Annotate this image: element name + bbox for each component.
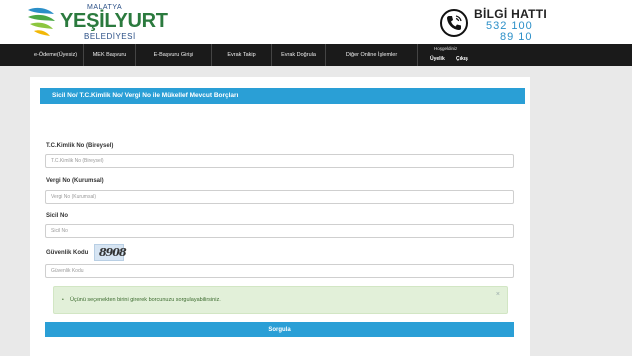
tc-label: T.C.Kimlik No (Bireysel) <box>46 143 114 149</box>
panel-title: Sicil No/ T.C.Kimlik No/ Vergi No ile Mü… <box>40 88 525 104</box>
site-header: MALATYA YEŞİLYURT BELEDİYESİ BİLGİ HATTI… <box>0 0 632 44</box>
leaf-logo-icon <box>28 7 55 36</box>
info-alert: • Üçünü seçenekten birini girerek borcun… <box>53 286 508 314</box>
nav-item-evrak-takip[interactable]: Evrak Takip <box>212 44 272 66</box>
user-menu: Hoşgeldiniz Üyelik Çıkış <box>418 44 488 66</box>
vergi-label: Vergi No (Kurumsal) <box>46 178 104 184</box>
nav-item-e-basvuru[interactable]: E-Başvuru Girişi <box>136 44 212 66</box>
nav-item-mek-basvuru[interactable]: MEK Başvuru <box>84 44 136 66</box>
sicil-label: Sicil No <box>46 213 69 219</box>
debt-query-panel: Sicil No/ T.C.Kimlik No/ Vergi No ile Mü… <box>30 77 530 356</box>
municipality-logo[interactable]: MALATYA YEŞİLYURT BELEDİYESİ <box>26 2 168 42</box>
captcha-label: Güvenlik Kodu <box>46 250 89 256</box>
sicil-input[interactable] <box>45 224 514 238</box>
captcha-input[interactable] <box>45 264 514 278</box>
tc-input[interactable] <box>45 154 514 168</box>
phone-icon <box>440 9 468 37</box>
logo-subtitle: BELEDİYESİ <box>84 32 136 41</box>
hotline-title: BİLGİ HATTI <box>474 7 548 21</box>
logo-name: YEŞİLYURT <box>60 10 168 32</box>
logout-link[interactable]: Çıkış <box>456 56 468 62</box>
captcha-code: 8908 <box>99 246 127 259</box>
bullet-icon: • <box>62 297 64 303</box>
query-button[interactable]: Sorgula <box>45 322 514 337</box>
nav-item-evrak-dogrula[interactable]: Evrak Doğrula <box>272 44 326 66</box>
signup-link[interactable]: Üyelik <box>430 56 445 62</box>
main-nav: e-Ödeme(Üyesiz) MEK Başvuru E-Başvuru Gi… <box>0 44 632 66</box>
nav-item-e-odeme[interactable]: e-Ödeme(Üyesiz) <box>28 44 84 66</box>
close-icon[interactable]: × <box>496 291 500 298</box>
captcha-image: 8908 <box>94 244 127 261</box>
nav-item-diger-islemler[interactable]: Diğer Online İşlemler <box>326 44 418 66</box>
alert-text: Üçünü seçenekten birini girerek borcunuz… <box>70 297 221 303</box>
welcome-text: Hoşgeldiniz <box>434 46 458 51</box>
hotline-number-line2: 89 10 <box>500 31 533 43</box>
vergi-input[interactable] <box>45 190 514 204</box>
